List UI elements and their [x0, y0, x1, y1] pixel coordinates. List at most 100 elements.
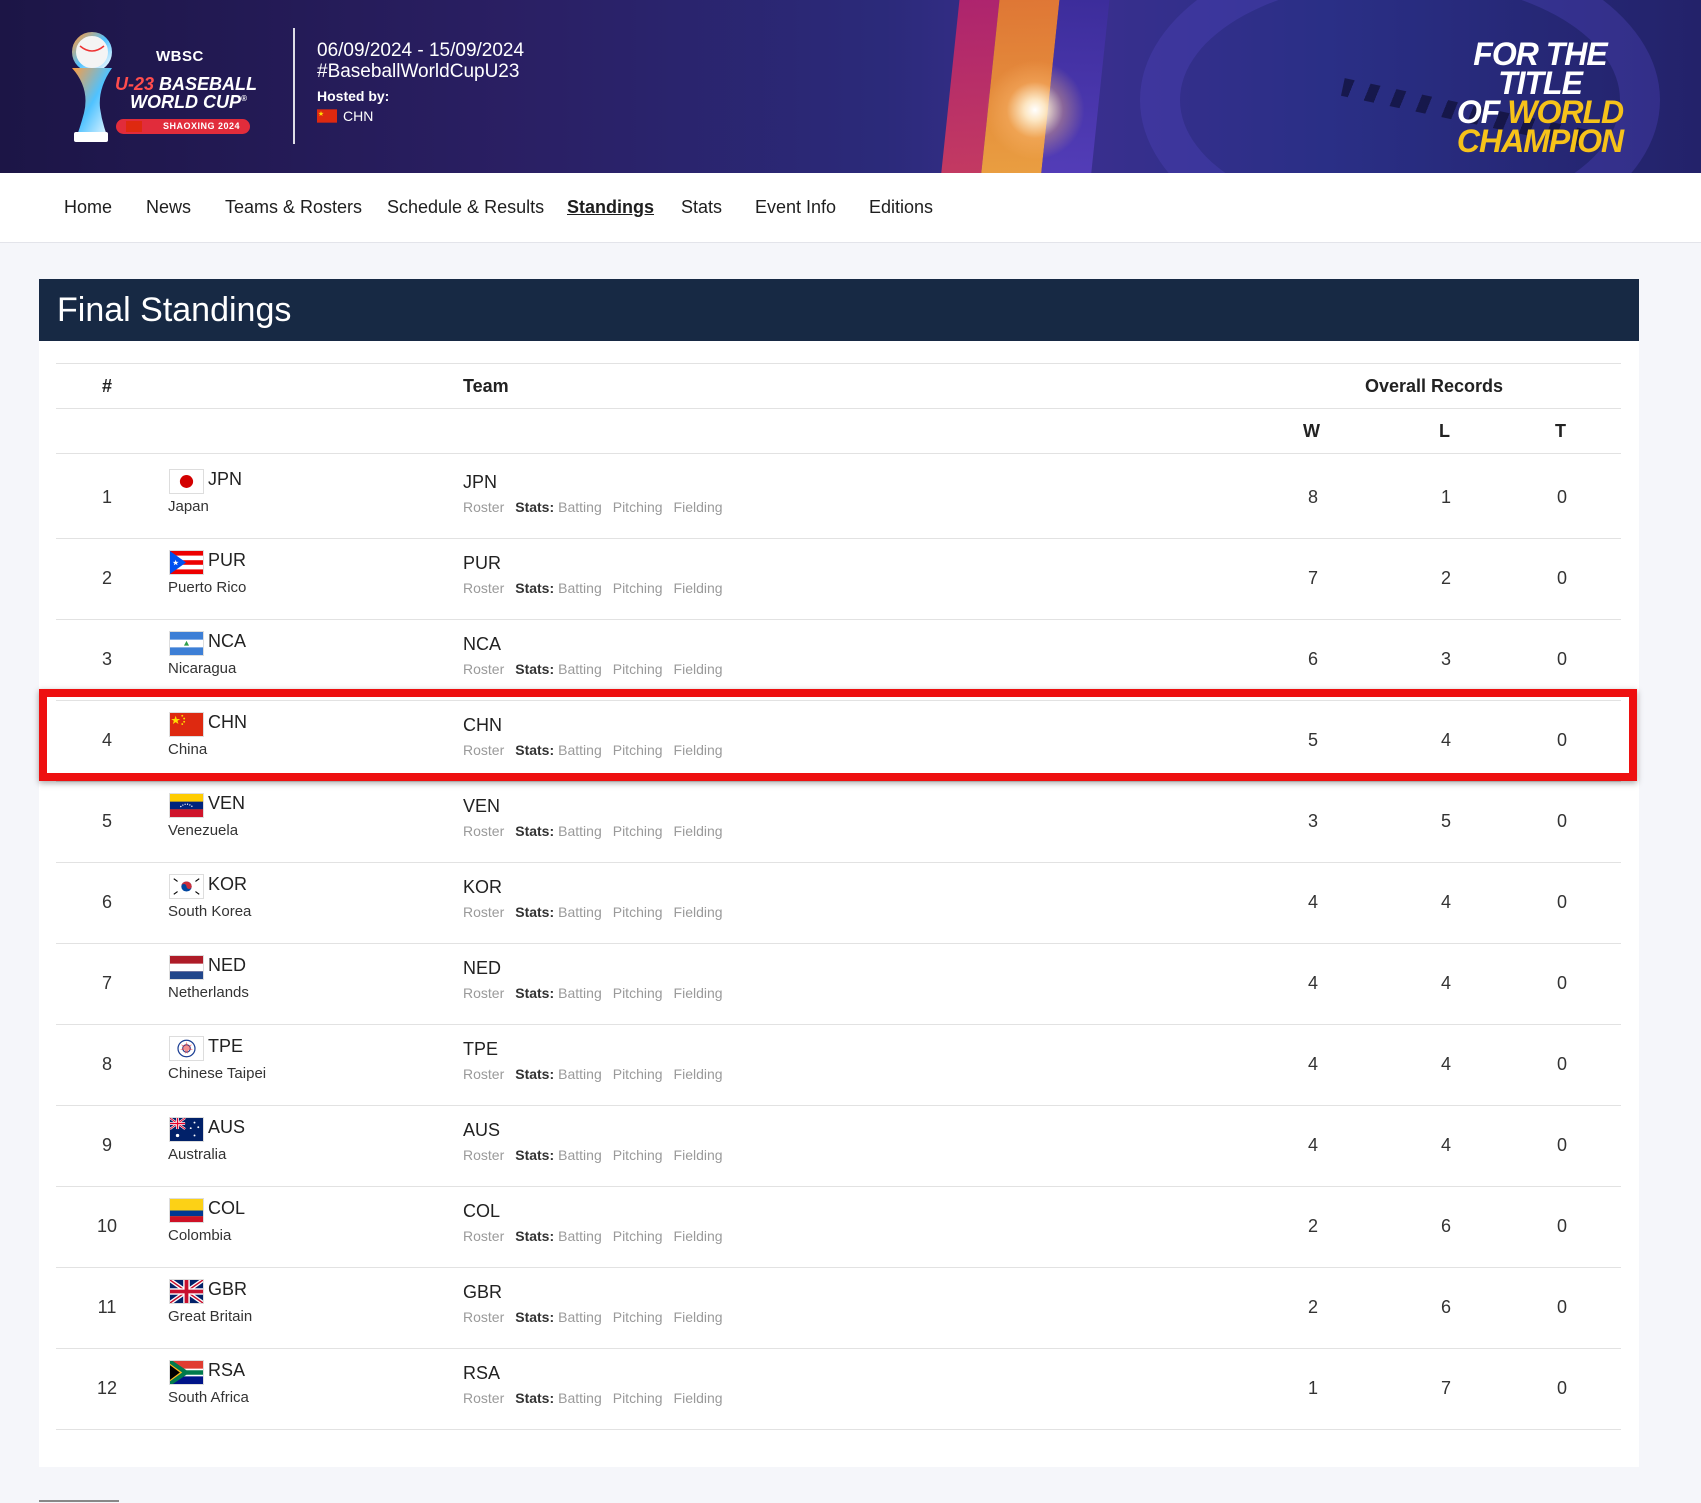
team-link[interactable]: JPN	[463, 472, 497, 493]
ties-value: 0	[1556, 1297, 1567, 1317]
fielding-stats-link[interactable]: Fielding	[674, 1309, 723, 1325]
standings-row: 10 COL Colombia COL Roster Stats: Batting Pitch…	[56, 1187, 1621, 1268]
team-link[interactable]: PUR	[463, 553, 501, 574]
nav-editions[interactable]: Editions	[869, 197, 933, 218]
team-link[interactable]: AUS	[463, 1120, 500, 1141]
pitching-stats-link[interactable]: Pitching	[613, 1390, 663, 1406]
country-code: JPN	[208, 469, 243, 489]
wins-value: 3	[1307, 811, 1318, 831]
fielding-stats-link[interactable]: Fielding	[674, 985, 723, 1001]
pitching-stats-link[interactable]: Pitching	[613, 1228, 663, 1244]
roster-link[interactable]: Roster	[463, 580, 504, 596]
roster-link[interactable]: Roster	[463, 1147, 504, 1163]
wins-value: 8	[1307, 487, 1318, 507]
batting-stats-link[interactable]: Batting	[558, 904, 602, 920]
roster-link[interactable]: Roster	[463, 1309, 504, 1325]
fielding-stats-link[interactable]: Fielding	[674, 1390, 723, 1406]
wins-value: 4	[1307, 1135, 1318, 1155]
team-links: Roster Stats: Batting Pitching Fielding	[463, 985, 734, 1001]
standings-table-header: # Team Overall Records W L T	[56, 363, 1621, 454]
roster-link[interactable]: Roster	[463, 661, 504, 677]
pitching-stats-link[interactable]: Pitching	[613, 985, 663, 1001]
wins-column-header: W	[1303, 421, 1320, 441]
batting-stats-link[interactable]: Batting	[558, 499, 602, 515]
fielding-stats-link[interactable]: Fielding	[674, 1147, 723, 1163]
country-code: GBR	[208, 1279, 248, 1299]
losses-value: 2	[1440, 568, 1451, 588]
team-link[interactable]: COL	[463, 1201, 500, 1222]
nav-teams-rosters[interactable]: Teams & Rosters	[225, 197, 362, 218]
nav-stats[interactable]: Stats	[681, 197, 722, 218]
flag-south-korea-icon	[169, 874, 204, 899]
page-title: Final Standings	[57, 291, 292, 329]
trophy-icon	[72, 32, 112, 142]
roster-link[interactable]: Roster	[463, 1228, 504, 1244]
country-code: KOR	[208, 874, 248, 894]
country-code: VEN	[208, 793, 246, 813]
team-rank: 6	[101, 892, 112, 912]
pitching-stats-link[interactable]: Pitching	[613, 580, 663, 596]
roster-link[interactable]: Roster	[463, 823, 504, 839]
team-link[interactable]: TPE	[463, 1039, 498, 1060]
nav-event-info[interactable]: Event Info	[755, 197, 836, 218]
nav-standings[interactable]: Standings	[567, 197, 654, 218]
fielding-stats-link[interactable]: Fielding	[674, 1066, 723, 1082]
roster-link[interactable]: Roster	[463, 1390, 504, 1406]
fielding-stats-link[interactable]: Fielding	[674, 499, 723, 515]
fielding-stats-link[interactable]: Fielding	[674, 1228, 723, 1244]
pitching-stats-link[interactable]: Pitching	[613, 1147, 663, 1163]
team-link[interactable]: VEN	[463, 796, 500, 817]
batting-stats-link[interactable]: Batting	[558, 1147, 602, 1163]
fielding-stats-link[interactable]: Fielding	[674, 823, 723, 839]
roster-link[interactable]: Roster	[463, 985, 504, 1001]
roster-link[interactable]: Roster	[463, 499, 504, 515]
country-name: Nicaragua	[168, 660, 237, 677]
country-name: South Korea	[168, 903, 252, 920]
batting-stats-link[interactable]: Batting	[558, 1228, 602, 1244]
batting-stats-link[interactable]: Batting	[558, 1066, 602, 1082]
team-links: Roster Stats: Batting Pitching Fielding	[463, 823, 734, 839]
stats-label: Stats:	[515, 1066, 555, 1082]
stats-label: Stats:	[515, 580, 555, 596]
pitching-stats-link[interactable]: Pitching	[613, 1066, 663, 1082]
batting-stats-link[interactable]: Batting	[558, 823, 602, 839]
losses-value: 5	[1440, 811, 1451, 831]
fielding-stats-link[interactable]: Fielding	[674, 904, 723, 920]
roster-link[interactable]: Roster	[463, 1066, 504, 1082]
nav-news[interactable]: News	[146, 197, 191, 218]
footer-divider	[39, 1500, 119, 1502]
header-row-secondary: W L T	[56, 409, 1621, 454]
pitching-stats-link[interactable]: Pitching	[613, 499, 663, 515]
pitching-stats-link[interactable]: Pitching	[613, 661, 663, 677]
country-code: NCA	[208, 631, 247, 651]
flag-nicaragua-icon	[169, 631, 204, 656]
nav-schedule-results[interactable]: Schedule & Results	[387, 197, 544, 218]
pitching-stats-link[interactable]: Pitching	[613, 904, 663, 920]
batting-stats-link[interactable]: Batting	[558, 1390, 602, 1406]
batting-stats-link[interactable]: Batting	[558, 985, 602, 1001]
team-link[interactable]: NED	[463, 958, 501, 979]
losses-value: 6	[1440, 1297, 1451, 1317]
fielding-stats-link[interactable]: Fielding	[674, 661, 723, 677]
team-link[interactable]: NCA	[463, 634, 501, 655]
pitching-stats-link[interactable]: Pitching	[613, 1309, 663, 1325]
nav-home[interactable]: Home	[64, 197, 112, 218]
batting-stats-link[interactable]: Batting	[558, 580, 602, 596]
team-link[interactable]: KOR	[463, 877, 502, 898]
stats-label: Stats:	[515, 499, 555, 515]
team-link[interactable]: GBR	[463, 1282, 502, 1303]
country-name: Australia	[168, 1146, 227, 1163]
wins-value: 4	[1307, 973, 1318, 993]
event-logo[interactable]: WBSC U-23 BASEBALL WORLD CUP® SHAOXING 2…	[60, 28, 260, 148]
team-link[interactable]: RSA	[463, 1363, 500, 1384]
team-links: Roster Stats: Batting Pitching Fielding	[463, 1228, 734, 1244]
losses-value: 4	[1440, 1054, 1451, 1074]
standings-panel: Final Standings # Team Overall Records W…	[39, 279, 1639, 1467]
roster-link[interactable]: Roster	[463, 904, 504, 920]
logo-title-line2: WORLD CUP®	[130, 92, 247, 112]
pitching-stats-link[interactable]: Pitching	[613, 823, 663, 839]
flag-colombia-icon	[169, 1198, 204, 1223]
batting-stats-link[interactable]: Batting	[558, 661, 602, 677]
fielding-stats-link[interactable]: Fielding	[674, 580, 723, 596]
batting-stats-link[interactable]: Batting	[558, 1309, 602, 1325]
